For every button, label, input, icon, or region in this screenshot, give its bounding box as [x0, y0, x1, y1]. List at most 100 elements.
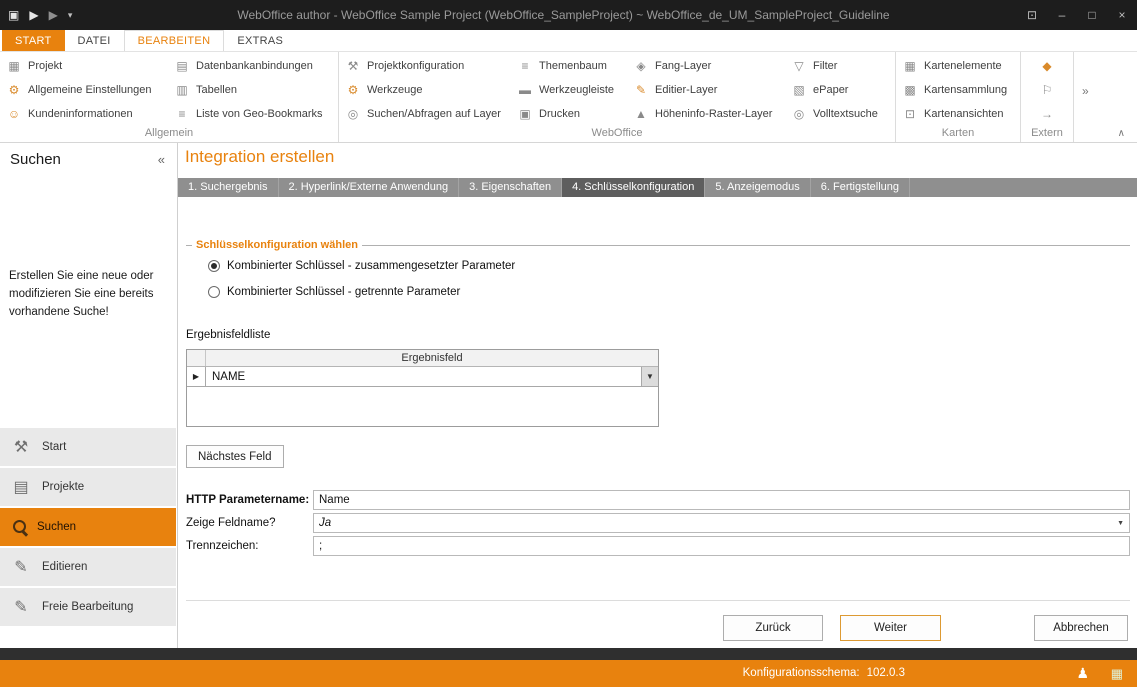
tab-datei[interactable]: DATEI	[65, 30, 124, 51]
tab-start[interactable]: START	[2, 30, 65, 51]
wizard-step-6[interactable]: 6. Fertigstellung	[811, 178, 910, 197]
connection-status-icon[interactable]: ▦	[1111, 666, 1123, 682]
wizard-step-5[interactable]: 5. Anzeigemodus	[705, 178, 810, 197]
sidebar-item-projekte[interactable]: ▤ Projekte	[0, 468, 176, 506]
sidebar-item-start[interactable]: ⚒ Start	[0, 428, 176, 466]
wizard-step-4[interactable]: 4. Schlüsselkonfiguration	[562, 178, 705, 197]
run-edit-icon[interactable]: ▶	[49, 8, 58, 22]
ribbon-item-tabellen[interactable]: ▥ Tabellen	[168, 78, 338, 102]
ribbon-item-datenbankanbindungen[interactable]: ▤ Datenbankanbindungen	[168, 54, 338, 78]
cell-dropdown-button[interactable]: ▼	[641, 367, 658, 386]
ribbon-item-extern-tool[interactable]: →	[1021, 102, 1073, 126]
ribbon-item-geo-bookmarks[interactable]: ≡ Liste von Geo-Bookmarks	[168, 102, 338, 126]
wizard-step-bar: 1. Suchergebnis 2. Hyperlink/Externe Anw…	[178, 178, 1137, 197]
ribbon-overflow-icon[interactable]: »	[1082, 84, 1089, 98]
ribbon-item-label: Themenbaum	[539, 60, 607, 72]
collapse-ribbon-icon[interactable]: ∧	[1118, 128, 1125, 139]
sidebar-item-label: Projekte	[42, 481, 84, 493]
separator-label: Trennzeichen:	[186, 540, 313, 552]
window-style-icon[interactable]: ⊡	[1017, 0, 1047, 30]
ribbon-item-label: Projekt	[28, 60, 62, 72]
ribbon-item-extern-geolocation[interactable]: ⚐	[1021, 78, 1073, 102]
ribbon-item-filter[interactable]: ▽ Filter	[785, 54, 895, 78]
next-field-button[interactable]: Nächstes Feld	[186, 445, 284, 468]
maximize-button[interactable]: □	[1077, 0, 1107, 30]
http-param-label: HTTP Parametername:	[186, 494, 313, 506]
radio-combined-key-composite-parameter[interactable]: Kombinierter Schlüssel - zusammengesetzt…	[208, 260, 515, 272]
ribbon-item-editier-layer[interactable]: ✎ Editier-Layer	[627, 78, 785, 102]
ribbon-item-kundeninformationen[interactable]: ☺ Kundeninformationen	[0, 102, 168, 126]
ribbon-item-epaper[interactable]: ▧ ePaper	[785, 78, 895, 102]
show-fieldname-select[interactable]: Ja ▼	[313, 513, 1130, 533]
run-project-icon[interactable]: ▶	[29, 8, 38, 22]
title-bar[interactable]: ▣ ▶ ▶ ▾ WebOffice author - WebOffice Sam…	[0, 0, 1137, 30]
ribbon: ▦ Projekt ⚙ Allgemeine Einstellungen ☺ K…	[0, 52, 1137, 143]
ribbon-item-projektkonfiguration[interactable]: ⚒ Projektkonfiguration	[339, 54, 511, 78]
ribbon-item-hoeheninfo-raster-layer[interactable]: ▲ Höheninfo-Raster-Layer	[627, 102, 785, 126]
ribbon-item-werkzeugleiste[interactable]: ▬ Werkzeugleiste	[511, 78, 627, 102]
projects-icon: ▤	[9, 477, 33, 497]
ribbon-item-kartensammlung[interactable]: ▩ Kartensammlung	[896, 78, 1020, 102]
ribbon-group-allgemein: ▦ Projekt ⚙ Allgemeine Einstellungen ☺ K…	[0, 52, 339, 142]
ribbon-item-allgemeine-einstellungen[interactable]: ⚙ Allgemeine Einstellungen	[0, 78, 168, 102]
wizard-step-2[interactable]: 2. Hyperlink/Externe Anwendung	[279, 178, 460, 197]
ribbon-item-themenbaum[interactable]: ≡ Themenbaum	[511, 54, 627, 78]
ribbon-item-label: Tabellen	[196, 84, 237, 96]
radio-combined-key-separate-parameter[interactable]: Kombinierter Schlüssel - getrennte Param…	[208, 286, 460, 298]
ribbon-item-projekt[interactable]: ▦ Projekt	[0, 54, 168, 78]
row-selector-cell[interactable]: ▶	[187, 367, 206, 386]
result-field-grid: Ergebnisfeld ▶ NAME ▼	[186, 349, 659, 427]
tables-icon: ▥	[174, 83, 190, 97]
radio-label: Kombinierter Schlüssel - zusammengesetzt…	[227, 260, 515, 272]
form-row-http-parameter: HTTP Parametername:	[186, 490, 1130, 510]
tab-bearbeiten[interactable]: BEARBEITEN	[124, 30, 225, 51]
sidebar-nav: ⚒ Start ▤ Projekte Suchen ✎ Editieren ✎	[0, 428, 176, 628]
layer-search-icon: ◎	[345, 107, 361, 121]
app-icon[interactable]: ▣	[8, 8, 19, 22]
sidebar-item-label: Start	[42, 441, 66, 453]
ribbon-item-fang-layer[interactable]: ◈ Fang-Layer	[627, 54, 785, 78]
ribbon-item-extern-pin[interactable]: ◆	[1021, 54, 1073, 78]
close-button[interactable]: ×	[1107, 0, 1137, 30]
back-button[interactable]: Zurück	[723, 615, 823, 641]
sidebar-collapse-icon[interactable]: «	[158, 152, 165, 167]
ribbon-item-volltextsuche[interactable]: ◎ Volltextsuche	[785, 102, 895, 126]
page-title: Integration erstellen	[185, 147, 334, 167]
geo-bookmarks-icon: ≡	[174, 107, 190, 121]
grid-column-header[interactable]: Ergebnisfeld	[206, 350, 658, 366]
row-selector-icon: ▶	[193, 372, 199, 381]
grid-corner-cell[interactable]	[187, 350, 206, 366]
ribbon-item-kartenansichten[interactable]: ⊡ Kartenansichten	[896, 102, 1020, 126]
cancel-button[interactable]: Abbrechen	[1034, 615, 1128, 641]
tab-extras[interactable]: EXTRAS	[224, 30, 296, 51]
sidebar-item-freie-bearbeitung[interactable]: ✎ Freie Bearbeitung	[0, 588, 176, 626]
separator-input[interactable]	[313, 536, 1130, 556]
ribbon-item-label: Werkzeugleiste	[539, 84, 614, 96]
ribbon-item-suchen-abfragen-layer[interactable]: ◎ Suchen/Abfragen auf Layer	[339, 102, 511, 126]
sidebar-item-editieren[interactable]: ✎ Editieren	[0, 548, 176, 586]
ribbon-item-drucken[interactable]: ▣ Drucken	[511, 102, 627, 126]
ribbon-item-kartenelemente[interactable]: ▦ Kartenelemente	[896, 54, 1020, 78]
sidebar-item-suchen[interactable]: Suchen	[0, 508, 176, 546]
wizard-step-1[interactable]: 1. Suchergebnis	[178, 178, 279, 197]
ribbon-item-label: Datenbankanbindungen	[196, 60, 313, 72]
http-param-input[interactable]	[313, 490, 1130, 510]
grid-row[interactable]: ▶ NAME ▼	[187, 367, 658, 387]
minimize-button[interactable]: –	[1047, 0, 1077, 30]
qat-dropdown-icon[interactable]: ▾	[68, 10, 73, 21]
ribbon-group-label-weboffice: WebOffice	[339, 126, 895, 142]
combo-arrow-icon: ▼	[1117, 520, 1124, 527]
grid-cell-name[interactable]: NAME	[206, 367, 641, 386]
wizard-step-3[interactable]: 3. Eigenschaften	[459, 178, 562, 197]
ribbon-item-werkzeuge[interactable]: ⚙ Werkzeuge	[339, 78, 511, 102]
user-status-icon[interactable]: ♟	[1076, 665, 1089, 682]
database-connections-icon: ▤	[174, 59, 190, 73]
ribbon-item-label: Projektkonfiguration	[367, 60, 464, 72]
selected-value: Ja	[319, 517, 331, 529]
main-content: Integration erstellen 1. Suchergebnis 2.…	[178, 143, 1137, 648]
ribbon-group-weboffice: ⚒ Projektkonfiguration ⚙ Werkzeuge ◎ Suc…	[339, 52, 896, 142]
pin-icon: ◆	[1039, 59, 1055, 73]
radio-unselected-icon	[208, 286, 220, 298]
next-button[interactable]: Weiter	[840, 615, 941, 641]
window-controls: ⊡ – □ ×	[1017, 0, 1137, 30]
